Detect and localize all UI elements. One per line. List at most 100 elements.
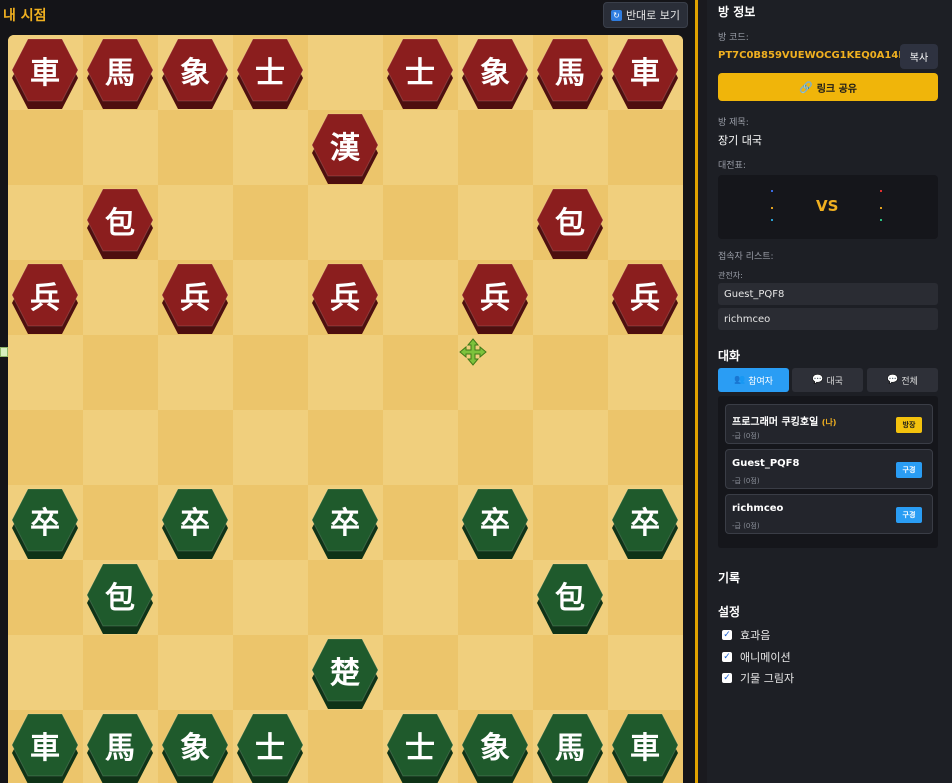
board-cell[interactable] xyxy=(383,485,458,560)
board-cell[interactable] xyxy=(383,335,458,410)
board-cell[interactable] xyxy=(533,260,608,335)
green-piece[interactable]: 包 xyxy=(536,562,604,636)
board-cell[interactable] xyxy=(458,560,533,635)
red-piece[interactable]: 車 xyxy=(11,37,79,111)
green-piece[interactable]: 卒 xyxy=(461,487,529,561)
board-cell[interactable] xyxy=(83,635,158,710)
board-cell[interactable] xyxy=(308,710,383,783)
board-cell[interactable] xyxy=(533,635,608,710)
board-cell[interactable] xyxy=(233,260,308,335)
red-piece[interactable]: 漢 xyxy=(311,112,379,186)
board-cell[interactable] xyxy=(308,410,383,485)
green-piece[interactable]: 象 xyxy=(161,712,229,783)
board-cell[interactable] xyxy=(83,110,158,185)
board-cell[interactable] xyxy=(83,335,158,410)
board-cell[interactable] xyxy=(233,335,308,410)
red-piece[interactable]: 兵 xyxy=(161,262,229,336)
red-piece[interactable]: 兵 xyxy=(311,262,379,336)
red-piece[interactable]: 象 xyxy=(461,37,529,111)
green-piece[interactable]: 象 xyxy=(461,712,529,783)
board-cell[interactable] xyxy=(8,335,83,410)
board-cell[interactable] xyxy=(308,335,383,410)
board-cell[interactable] xyxy=(533,485,608,560)
green-piece[interactable]: 卒 xyxy=(611,487,679,561)
red-piece[interactable]: 象 xyxy=(161,37,229,111)
janggi-board[interactable]: 車馬象士士象馬車漢包包兵兵兵兵兵卒卒卒卒卒包包楚車馬象士士象馬車 xyxy=(8,35,683,783)
checkbox-checked-icon[interactable]: ✓ xyxy=(722,652,732,662)
board-cell[interactable] xyxy=(608,110,683,185)
board-cell[interactable] xyxy=(8,635,83,710)
board-cell[interactable] xyxy=(458,410,533,485)
board-cell[interactable] xyxy=(158,560,233,635)
board-cell[interactable] xyxy=(158,335,233,410)
green-piece[interactable]: 車 xyxy=(11,712,79,783)
participant-card[interactable]: richmceo -급 (0점) 구경 xyxy=(725,494,933,534)
left-resize-handle[interactable] xyxy=(0,347,8,357)
board-cell[interactable] xyxy=(608,335,683,410)
board-cell[interactable] xyxy=(233,185,308,260)
green-piece[interactable]: 士 xyxy=(236,712,304,783)
board-cell[interactable] xyxy=(608,410,683,485)
red-piece[interactable]: 兵 xyxy=(461,262,529,336)
red-piece[interactable]: 包 xyxy=(536,187,604,261)
board-cell[interactable] xyxy=(458,635,533,710)
green-piece[interactable]: 馬 xyxy=(86,712,154,783)
board-cell[interactable] xyxy=(233,635,308,710)
red-piece[interactable]: 兵 xyxy=(11,262,79,336)
setting-piece-shadow[interactable]: ✓ 기물 그림자 xyxy=(722,670,794,686)
red-piece[interactable]: 車 xyxy=(611,37,679,111)
tab-participants[interactable]: 👥 참여자 xyxy=(718,368,789,392)
green-piece[interactable]: 包 xyxy=(86,562,154,636)
board-cell[interactable] xyxy=(383,635,458,710)
board-cell[interactable] xyxy=(533,110,608,185)
share-link-button[interactable]: 🔗 링크 공유 xyxy=(718,73,938,101)
checkbox-checked-icon[interactable]: ✓ xyxy=(722,673,732,683)
board-cell[interactable] xyxy=(158,185,233,260)
board-cell[interactable] xyxy=(383,110,458,185)
board-cell[interactable] xyxy=(233,560,308,635)
board-cell[interactable] xyxy=(83,410,158,485)
green-piece[interactable]: 卒 xyxy=(311,487,379,561)
red-piece[interactable]: 士 xyxy=(236,37,304,111)
green-piece[interactable]: 馬 xyxy=(536,712,604,783)
green-piece[interactable]: 卒 xyxy=(11,487,79,561)
board-cell[interactable] xyxy=(8,560,83,635)
board-cell[interactable] xyxy=(383,185,458,260)
copy-code-button[interactable]: 복사 xyxy=(900,44,938,69)
red-piece[interactable]: 包 xyxy=(86,187,154,261)
board-cell[interactable] xyxy=(383,560,458,635)
setting-sound[interactable]: ✓ 효과음 xyxy=(722,627,770,643)
green-piece[interactable]: 楚 xyxy=(311,637,379,711)
board-cell[interactable] xyxy=(83,260,158,335)
setting-animation[interactable]: ✓ 애니메이션 xyxy=(722,649,791,665)
green-piece[interactable]: 車 xyxy=(611,712,679,783)
red-piece[interactable]: 馬 xyxy=(86,37,154,111)
board-cell[interactable] xyxy=(608,185,683,260)
tab-game-chat[interactable]: 💬 대국 xyxy=(792,368,863,392)
board-cell[interactable] xyxy=(8,185,83,260)
participant-card[interactable]: Guest_PQF8 -급 (0점) 구경 xyxy=(725,449,933,489)
red-piece[interactable]: 士 xyxy=(386,37,454,111)
board-cell[interactable] xyxy=(158,110,233,185)
board-cell[interactable] xyxy=(458,185,533,260)
board-cell[interactable] xyxy=(233,485,308,560)
board-cell[interactable] xyxy=(83,485,158,560)
board-cell[interactable] xyxy=(383,410,458,485)
board-cell[interactable] xyxy=(383,260,458,335)
board-cell[interactable] xyxy=(533,410,608,485)
board-cell[interactable] xyxy=(233,110,308,185)
board-cell[interactable] xyxy=(8,110,83,185)
board-cell[interactable] xyxy=(608,635,683,710)
board-cell[interactable] xyxy=(308,35,383,110)
board-cell[interactable] xyxy=(158,410,233,485)
checkbox-checked-icon[interactable]: ✓ xyxy=(722,630,732,640)
board-cell[interactable] xyxy=(308,185,383,260)
board-cell[interactable] xyxy=(8,410,83,485)
board-cell[interactable] xyxy=(533,335,608,410)
red-piece[interactable]: 馬 xyxy=(536,37,604,111)
board-cell[interactable] xyxy=(233,410,308,485)
board-cell[interactable] xyxy=(458,110,533,185)
red-piece[interactable]: 兵 xyxy=(611,262,679,336)
tab-all-chat[interactable]: 💬 전체 xyxy=(867,368,938,392)
board-cell[interactable] xyxy=(608,560,683,635)
